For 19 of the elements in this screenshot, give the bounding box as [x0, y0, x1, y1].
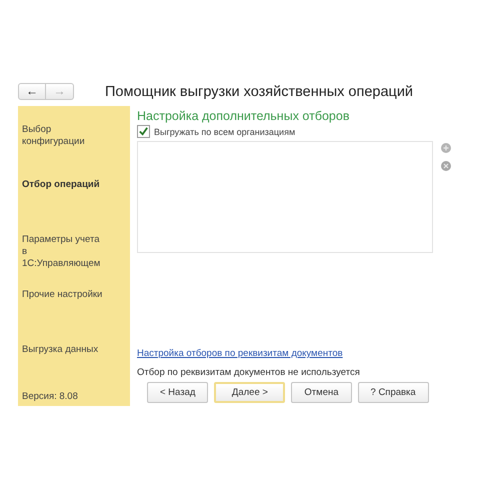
settings-link[interactable]: Настройка отборов по реквизитам документов: [137, 348, 343, 359]
step-item[interactable]: Выгрузка данных: [22, 326, 104, 381]
delete-icon[interactable]: [441, 161, 451, 171]
wizard-button[interactable]: ? Справка: [358, 382, 429, 403]
back-button[interactable]: ←: [18, 82, 46, 100]
section-heading: Настройка дополнительных отборов: [137, 109, 350, 123]
status-text: Отбор по реквизитам документов не используется: [137, 367, 361, 378]
step-item[interactable]: Отбор операций: [22, 161, 104, 216]
add-icon[interactable]: [441, 143, 451, 153]
version-label: Версия: 8.08: [22, 391, 79, 402]
step-item[interactable]: Параметры учета в 1С:Управляющем: [22, 216, 104, 271]
window-title: Помощник выгрузки хозяйственных операций: [105, 84, 414, 100]
wizard-button[interactable]: Далее >: [214, 382, 286, 403]
checkbox[interactable]: [137, 125, 150, 138]
wizard-button[interactable]: < Назад: [147, 382, 208, 403]
step-item[interactable]: Прочие настройки: [22, 271, 104, 326]
checkbox-label: Выгружать по всем организациям: [154, 126, 296, 136]
wizard-button[interactable]: Отмена: [291, 382, 352, 403]
step-item[interactable]: Выбор конфигурации: [22, 106, 104, 161]
